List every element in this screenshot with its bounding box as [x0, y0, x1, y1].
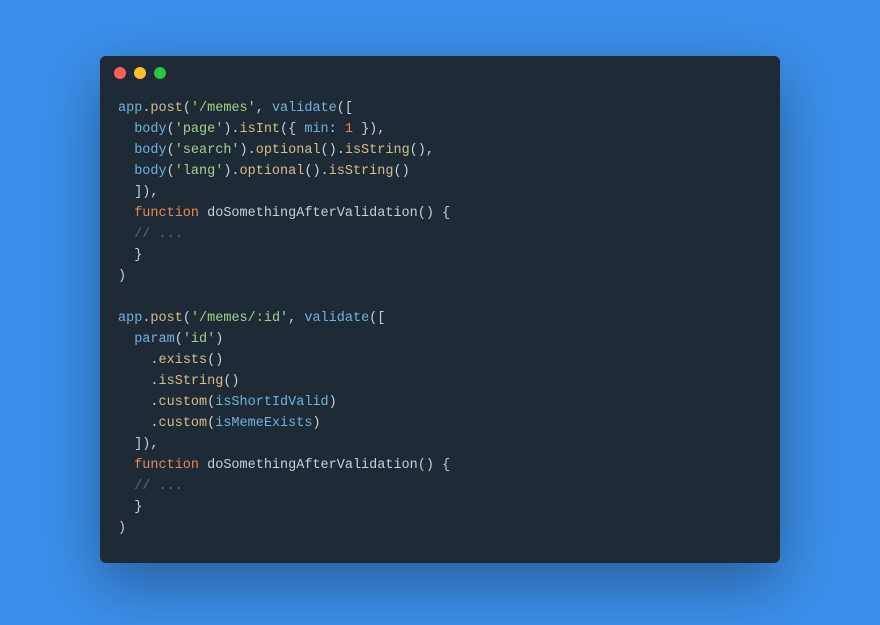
token-memes-id-path: '/memes/:id'	[191, 311, 288, 326]
token-exists: exists	[159, 353, 208, 368]
token-isshortidvalid: isShortIdValid	[215, 395, 328, 410]
token-fn-name: doSomethingAfterValidation	[207, 206, 418, 221]
token-id: 'id'	[183, 332, 215, 347]
token-optional: optional	[240, 164, 305, 179]
token-body: body	[134, 164, 166, 179]
token-app: app	[118, 311, 142, 326]
token-min-val: 1	[345, 122, 353, 137]
token-lang: 'lang'	[175, 164, 224, 179]
token-validate: validate	[272, 101, 337, 116]
token-page: 'page'	[175, 122, 224, 137]
token-search: 'search'	[175, 143, 240, 158]
maximize-icon[interactable]	[154, 67, 166, 79]
token-isint: isInt	[240, 122, 281, 137]
token-ismemeexists: isMemeExists	[215, 416, 312, 431]
minimize-icon[interactable]	[134, 67, 146, 79]
code-window: app.post('/memes', validate([ body('page…	[100, 56, 780, 563]
token-memes-path: '/memes'	[191, 101, 256, 116]
close-icon[interactable]	[114, 67, 126, 79]
token-comment: // ...	[134, 479, 183, 494]
token-param: param	[134, 332, 175, 347]
token-comment: // ...	[134, 227, 183, 242]
token-function: function	[134, 458, 199, 473]
token-optional: optional	[256, 143, 321, 158]
token-post: post	[150, 101, 182, 116]
token-body: body	[134, 143, 166, 158]
code-block: app.post('/memes', validate([ body('page…	[100, 90, 780, 563]
titlebar	[100, 56, 780, 90]
token-body: body	[134, 122, 166, 137]
token-function: function	[134, 206, 199, 221]
token-min: min	[304, 122, 328, 137]
token-custom: custom	[159, 395, 208, 410]
token-isstring: isString	[329, 164, 394, 179]
token-post: post	[150, 311, 182, 326]
token-fn-name: doSomethingAfterValidation	[207, 458, 418, 473]
token-isstring: isString	[159, 374, 224, 389]
token-app: app	[118, 101, 142, 116]
token-custom: custom	[159, 416, 208, 431]
token-isstring: isString	[345, 143, 410, 158]
token-validate: validate	[304, 311, 369, 326]
